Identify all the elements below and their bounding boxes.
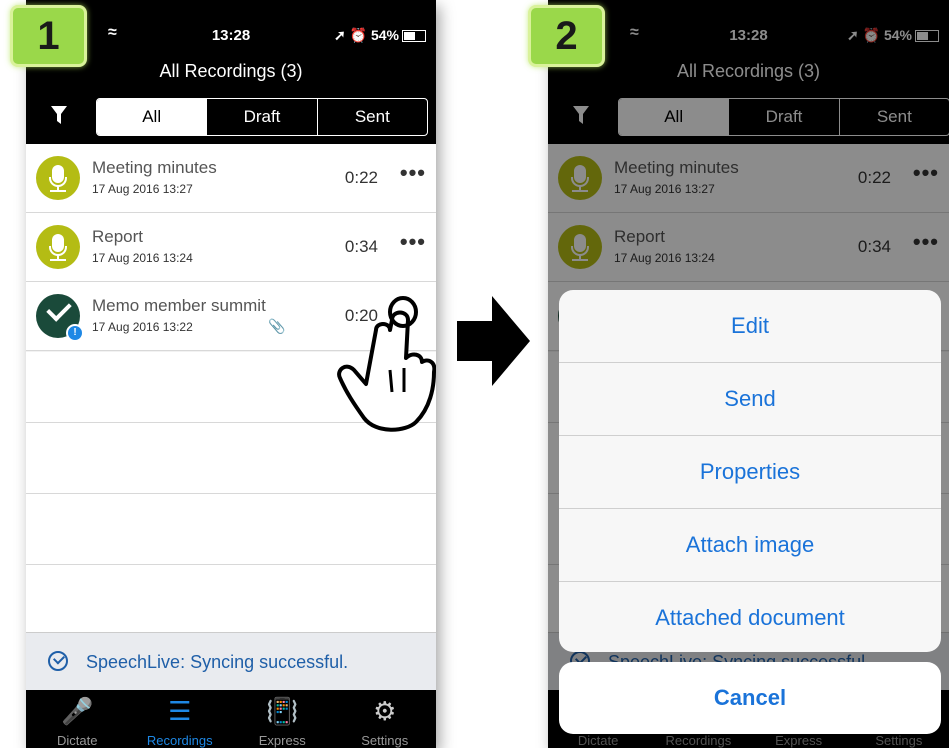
status-top (26, 0, 436, 24)
recording-title: Report (92, 227, 144, 246)
battery-percent: 54% (370, 27, 399, 43)
tab-label: Settings (361, 733, 409, 748)
info-icon: ! (66, 324, 84, 342)
tab-settings[interactable]: ⚙ Settings (334, 690, 437, 748)
step-badge-2: 2 (528, 5, 605, 67)
status-right: ➚ ⏰ 54% (334, 27, 426, 44)
attach-image-option[interactable]: Attach image (559, 509, 941, 582)
properties-option[interactable]: Properties (559, 436, 941, 509)
pointing-hand-icon (337, 296, 436, 432)
sync-check-icon (48, 651, 68, 671)
tab-sent[interactable]: Sent (316, 99, 427, 135)
microphone-icon (36, 225, 80, 269)
tab-recordings[interactable]: ☰ Recordings (129, 690, 232, 748)
recording-row[interactable]: Meeting minutes 17 Aug 2016 13:27 0:22 •… (26, 144, 436, 213)
recording-date: 17 Aug 2016 13:27 (92, 182, 193, 196)
step-badge-1: 1 (10, 5, 87, 67)
tab-draft[interactable]: Draft (206, 99, 316, 135)
more-icon[interactable]: ••• (400, 160, 426, 186)
recording-title: Meeting minutes (92, 158, 217, 177)
send-option[interactable]: Send (559, 363, 941, 436)
microphone-icon (36, 156, 80, 200)
recording-date: 17 Aug 2016 13:22 (92, 320, 193, 334)
tab-all[interactable]: All (97, 99, 207, 135)
status-bar: ≈ 13:28 ➚ ⏰ 54% (26, 24, 436, 48)
recording-duration: 0:22 (344, 168, 378, 187)
recording-row[interactable]: Report 17 Aug 2016 13:24 0:34 ••• (26, 213, 436, 282)
paperclip-icon: 📎 (268, 318, 286, 334)
microphone-icon: 🎤 (61, 696, 94, 726)
recording-duration: 0:34 (344, 237, 378, 256)
filter-icon[interactable] (50, 104, 68, 126)
tab-dictate[interactable]: 🎤 Dictate (26, 690, 129, 748)
tab-express[interactable]: 📳 Express (231, 690, 334, 748)
battery-icon (402, 30, 426, 43)
step-number: 2 (555, 14, 578, 58)
recording-title: Memo member summit (92, 296, 266, 315)
sync-status-text: SpeechLive: Syncing successful. (86, 652, 349, 672)
sync-status-bar: SpeechLive: Syncing successful. (26, 632, 436, 691)
phone-vibrate-icon: 📳 (266, 696, 299, 726)
tab-label: Dictate (57, 733, 98, 748)
check-icon: ! (36, 294, 84, 342)
tab-label: Recordings (146, 733, 213, 748)
segmented-control: All Draft Sent (96, 98, 428, 136)
tab-label: Express (258, 733, 306, 748)
edit-option[interactable]: Edit (559, 290, 941, 363)
page-title: All Recordings (3) (26, 48, 436, 92)
empty-row (26, 494, 436, 565)
list-icon: ☰ (168, 696, 192, 726)
more-icon[interactable]: ••• (400, 229, 426, 255)
step-number: 1 (37, 14, 60, 58)
arrow-right-icon (457, 296, 530, 386)
phone-screen-step-2: ≈ 13:28 ➚ ⏰ 54% All Recordings (3) All D… (548, 0, 949, 748)
empty-row (26, 565, 436, 636)
tab-bar: 🎤 Dictate ☰ Recordings 📳 Express ⚙ Setti… (26, 690, 436, 748)
cancel-button[interactable]: Cancel (559, 662, 941, 734)
gear-icon: ⚙ (373, 696, 397, 726)
filter-bar: All Draft Sent (26, 92, 436, 144)
attached-document-option[interactable]: Attached document (559, 582, 941, 652)
recording-date: 17 Aug 2016 13:24 (92, 251, 193, 265)
action-sheet: Edit Send Properties Attach image Attach… (559, 290, 941, 652)
